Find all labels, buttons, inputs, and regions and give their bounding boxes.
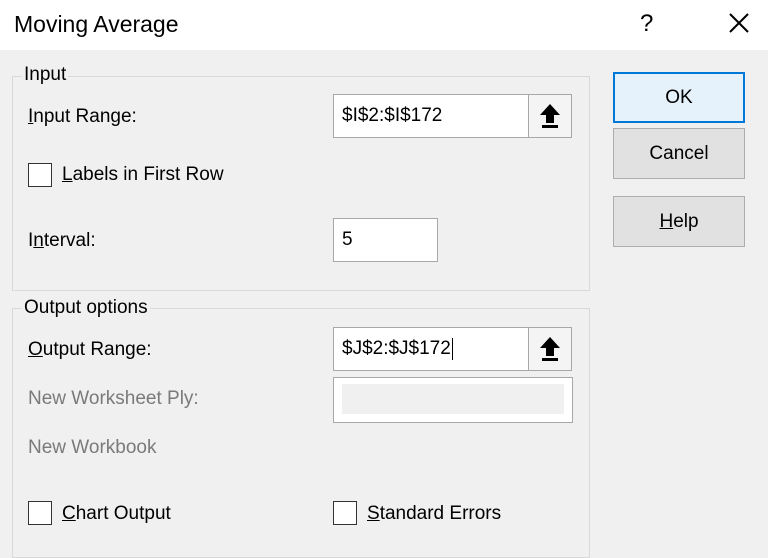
- new-worksheet-ply-label: New Worksheet Ply:: [28, 388, 199, 409]
- output-range-label: Output Range:: [28, 339, 152, 360]
- ok-button[interactable]: OK: [613, 72, 745, 123]
- new-workbook-label: New Workbook: [28, 437, 157, 458]
- chart-output-checkbox[interactable]: [28, 501, 52, 525]
- help-question-button[interactable]: ?: [640, 10, 653, 38]
- new-worksheet-ply-field: [333, 377, 573, 423]
- standard-errors-checkbox[interactable]: [333, 501, 357, 525]
- chart-output-label[interactable]: Chart Output: [62, 503, 171, 525]
- output-group-legend: Output options: [22, 297, 150, 319]
- close-icon[interactable]: [724, 8, 754, 38]
- arrow-up-icon: [540, 104, 560, 128]
- labels-first-row-label[interactable]: Labels in First Row: [62, 164, 224, 186]
- interval-field[interactable]: 5: [333, 218, 438, 262]
- help-button[interactable]: Help: [613, 196, 745, 247]
- cancel-button[interactable]: Cancel: [613, 128, 745, 179]
- standard-errors-label[interactable]: Standard Errors: [367, 503, 501, 525]
- input-range-field[interactable]: $I$2:$I$172: [333, 94, 529, 138]
- input-range-picker-button[interactable]: [528, 94, 572, 138]
- interval-label: Interval:: [28, 230, 96, 251]
- title-bar: Moving Average ?: [0, 0, 768, 50]
- input-group-legend: Input: [22, 64, 69, 86]
- output-range-picker-button[interactable]: [528, 327, 572, 371]
- dialog-title: Moving Average: [14, 11, 179, 37]
- arrow-up-icon: [540, 337, 560, 361]
- labels-first-row-checkbox[interactable]: [28, 163, 52, 187]
- input-range-label: Input Range:: [28, 106, 137, 127]
- output-range-field[interactable]: $J$2:$J$172: [333, 327, 529, 371]
- text-caret: [451, 338, 453, 360]
